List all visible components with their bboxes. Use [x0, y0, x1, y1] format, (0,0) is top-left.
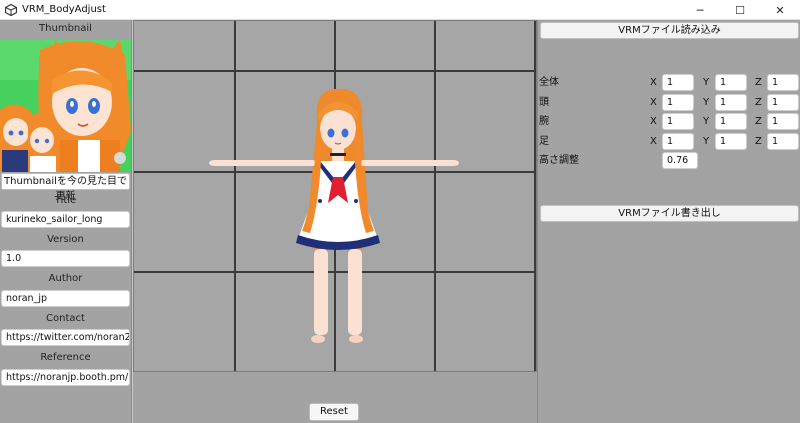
- axis-y-label: Y: [703, 116, 710, 127]
- contact-field[interactable]: https://twitter.com/noran256: [1, 329, 130, 346]
- head-y-input[interactable]: 1: [715, 94, 747, 111]
- head-z-input[interactable]: 1: [767, 94, 799, 111]
- contact-label: Contact: [46, 313, 85, 324]
- row-label-leg: 足: [539, 136, 549, 147]
- axis-x-label: X: [650, 116, 657, 127]
- maximize-button[interactable]: ☐: [720, 0, 760, 20]
- title-label: Title: [54, 195, 77, 206]
- whole-x-input[interactable]: 1: [662, 74, 694, 91]
- reset-button[interactable]: Reset: [309, 403, 359, 421]
- axis-y-label: Y: [703, 77, 710, 88]
- row-label-head: 頭: [539, 97, 549, 108]
- axis-x-label: X: [650, 136, 657, 147]
- head-x-input[interactable]: 1: [662, 94, 694, 111]
- author-label: Author: [48, 273, 83, 284]
- axis-z-label: Z: [755, 97, 762, 108]
- version-label: Version: [47, 234, 84, 245]
- unity-icon: [4, 3, 18, 17]
- whole-y-input[interactable]: 1: [715, 74, 747, 91]
- app-main: Thumbnail Thumbnailを今の見た目で更新 Title kurin…: [0, 20, 800, 423]
- title-field[interactable]: kurineko_sailor_long: [1, 211, 130, 228]
- export-vrm-button[interactable]: VRMファイル書き出し: [540, 205, 799, 222]
- axis-x-label: X: [650, 77, 657, 88]
- axis-y-label: Y: [703, 136, 710, 147]
- axis-z-label: Z: [755, 136, 762, 147]
- reference-label: Reference: [40, 352, 91, 363]
- arm-z-input[interactable]: 1: [767, 113, 799, 130]
- axis-z-label: Z: [755, 116, 762, 127]
- leg-x-input[interactable]: 1: [662, 133, 694, 150]
- axis-y-label: Y: [703, 97, 710, 108]
- arm-y-input[interactable]: 1: [715, 113, 747, 130]
- arm-x-input[interactable]: 1: [662, 113, 694, 130]
- whole-z-input[interactable]: 1: [767, 74, 799, 91]
- model-viewport[interactable]: [133, 20, 537, 372]
- row-label-arm: 腕: [539, 116, 549, 127]
- minimize-button[interactable]: ─: [680, 0, 720, 20]
- adjust-panel: VRMファイル読み込み 全体 X 1 Y 1 Z 1 頭 X 1 Y 1 Z 1…: [537, 20, 800, 423]
- leg-z-input[interactable]: 1: [767, 133, 799, 150]
- thumbnail-label: Thumbnail: [0, 20, 131, 38]
- load-vrm-button[interactable]: VRMファイル読み込み: [540, 22, 799, 39]
- author-field[interactable]: noran_jp: [1, 290, 130, 307]
- close-button[interactable]: ✕: [760, 0, 800, 20]
- row-label-whole: 全体: [539, 77, 559, 88]
- version-field[interactable]: 1.0: [1, 250, 130, 267]
- axis-z-label: Z: [755, 77, 762, 88]
- height-adjust-input[interactable]: 0.76: [662, 152, 698, 169]
- metadata-panel: Thumbnail Thumbnailを今の見た目で更新 Title kurin…: [0, 20, 132, 423]
- reference-field[interactable]: https://noranjp.booth.pm/: [1, 369, 130, 386]
- height-adjust-label: 高さ調整: [539, 155, 579, 166]
- window-title: VRM_BodyAdjust: [22, 4, 106, 15]
- thumbnail-image: [0, 40, 131, 172]
- leg-y-input[interactable]: 1: [715, 133, 747, 150]
- axis-x-label: X: [650, 97, 657, 108]
- window-titlebar: VRM_BodyAdjust ─ ☐ ✕: [0, 0, 800, 20]
- avatar-model: [209, 89, 459, 343]
- update-thumbnail-button[interactable]: Thumbnailを今の見た目で更新: [1, 173, 130, 202]
